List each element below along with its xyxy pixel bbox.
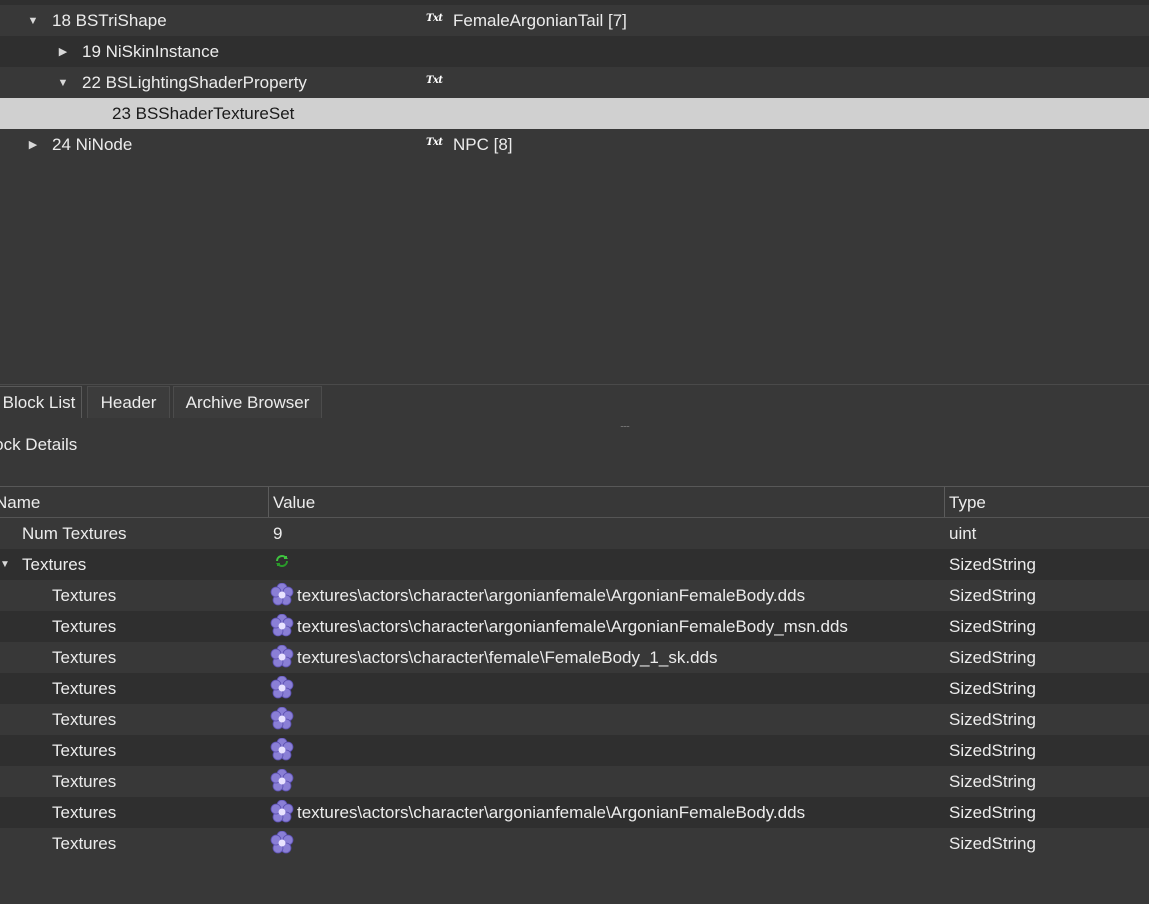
collapse-arrow-icon[interactable]: ▼ [55,67,71,98]
table-row[interactable]: Textures SizedString [0,828,1149,859]
type-cell: uint [949,524,977,543]
flower-icon [270,769,294,792]
type-cell: SizedString [949,555,1036,574]
tree-row-label: 19 NiSkinInstance [82,42,220,61]
name-cell: Textures [52,803,117,822]
collapse-arrow-icon[interactable]: ▼ [25,5,41,36]
type-cell: SizedString [949,617,1036,636]
value-cell[interactable]: textures\actors\character\argonianfemale… [297,611,848,642]
table-row[interactable]: Textures SizedString [0,735,1149,766]
table-row[interactable]: Textures textures\actors\character\argoni… [0,797,1149,828]
column-header-type[interactable]: Type [949,487,986,517]
column-header-value[interactable]: Value [273,487,315,517]
column-divider[interactable] [944,487,945,517]
table-row[interactable]: Textures SizedString [0,704,1149,735]
type-cell: SizedString [949,803,1036,822]
table-row[interactable]: ▼ Textures SizedString [0,549,1149,580]
tree-row-22[interactable]: ▼ 22 BSLightingShaderProperty Txt [0,67,1149,98]
flower-icon [270,583,294,606]
name-cell: Textures [22,555,87,574]
name-cell: Textures [52,834,117,853]
tab-header[interactable]: Header [87,386,170,418]
table-row[interactable]: Textures textures\actors\character\argoni… [0,611,1149,642]
expand-arrow-icon[interactable]: ▶ [25,129,41,160]
table-header: Name Value Type [0,487,1149,518]
name-cell: Textures [52,679,117,698]
splitter-handle[interactable]: ...... [620,420,646,429]
type-cell: SizedString [949,772,1036,791]
flower-icon [270,676,294,699]
flower-icon [270,738,294,761]
txt-icon: Txt [426,13,443,24]
flower-icon [270,800,294,823]
tree-row-value: NPC [8] [453,135,513,154]
txt-icon: Txt [426,137,443,148]
table-row[interactable]: Textures textures\actors\character\female… [0,642,1149,673]
flower-icon [270,614,294,637]
tab-label: Archive Browser [185,393,310,412]
tree-row-18[interactable]: ▼ 18 BSTriShape Txt FemaleArgonianTail [… [0,5,1149,36]
tree-row-24[interactable]: ▶ 24 NiNode Txt NPC [8] [0,129,1149,160]
name-cell: Textures [52,648,117,667]
tree-row-label: 23 BSShaderTextureSet [112,104,295,123]
tree-row-label: 22 BSLightingShaderProperty [82,73,307,92]
flower-icon [270,707,294,730]
type-cell: SizedString [949,741,1036,760]
type-cell: SizedString [949,710,1036,729]
tab-block-list[interactable]: Block List [0,386,82,418]
name-cell: Textures [52,586,117,605]
value-cell[interactable]: textures\actors\character\female\FemaleB… [297,642,717,673]
value-cell[interactable]: textures\actors\character\argonianfemale… [297,797,805,828]
table-row[interactable]: Textures SizedString [0,766,1149,797]
tab-label: Block List [2,393,76,412]
type-cell: SizedString [949,648,1036,667]
value-cell[interactable]: textures\actors\character\argonianfemale… [297,580,805,611]
tree-row-19[interactable]: ▶ 19 NiSkinInstance [0,36,1149,67]
name-cell: Textures [52,617,117,636]
block-details-table[interactable]: Name Value Type Num Textures 9 uint ▼ Textur… [0,486,1149,904]
txt-icon: Txt [426,75,443,86]
tab-archive-browser[interactable]: Archive Browser [173,386,322,418]
type-cell: SizedString [949,834,1036,853]
tab-bar: Block List Header Archive Browser [0,384,1149,418]
tree-row-label: 24 NiNode [52,135,133,154]
tree-row-value: FemaleArgonianTail [7] [453,11,627,30]
flower-icon [270,645,294,668]
expand-arrow-icon[interactable]: ▶ [55,36,71,67]
block-details-title: Block Details [0,435,78,454]
name-cell: Num Textures [22,524,127,543]
tab-label: Header [100,393,157,412]
type-cell: SizedString [949,586,1036,605]
column-header-name[interactable]: Name [0,487,40,517]
table-row[interactable]: Textures textures\actors\character\argoni… [0,580,1149,611]
table-row[interactable]: Num Textures 9 uint [0,518,1149,549]
name-cell: Textures [52,772,117,791]
collapse-arrow-icon[interactable]: ▼ [0,549,12,580]
name-cell: Textures [52,710,117,729]
block-tree[interactable]: ▼ 18 BSTriShape Txt FemaleArgonianTail [… [0,0,1149,384]
name-cell: Textures [52,741,117,760]
refresh-icon [275,555,289,567]
value-cell[interactable]: 9 [273,518,282,549]
flower-icon [270,831,294,854]
table-row[interactable]: Textures SizedString [0,673,1149,704]
type-cell: SizedString [949,679,1036,698]
column-divider[interactable] [268,487,269,517]
tree-row-label: 18 BSTriShape [52,11,167,30]
tree-row-23[interactable]: 23 BSShaderTextureSet [0,98,1149,129]
